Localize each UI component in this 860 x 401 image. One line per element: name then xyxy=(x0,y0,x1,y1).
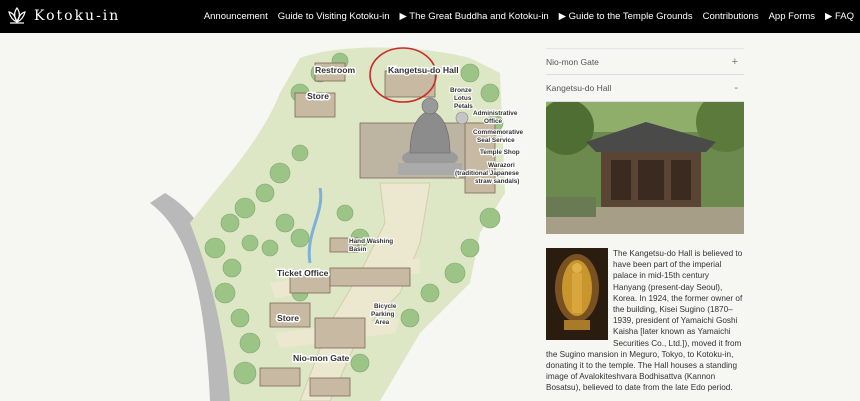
label-bicycle-2: Parking xyxy=(371,311,395,318)
label-nio-mon-gate: Nio-mon Gate xyxy=(293,353,350,363)
label-warazori-3: straw sandals) xyxy=(475,178,519,185)
kannon-statue-image xyxy=(546,248,608,340)
top-navigation-bar: Kotoku-in Announcement Guide to Visiting… xyxy=(0,0,860,33)
label-hand-washing-2: Basin xyxy=(349,246,366,253)
nav-great-buddha[interactable]: ▶ The Great Buddha and Kotoku-in xyxy=(400,11,549,22)
accordion-nio-mon-gate[interactable]: Nio-mon Gate + xyxy=(546,48,744,75)
nav-contributions[interactable]: Contributions xyxy=(703,11,759,22)
label-admin-2: Office xyxy=(484,118,503,125)
label-temple-shop: Temple Shop xyxy=(480,149,520,156)
label-admin-1: Administrative xyxy=(473,110,518,117)
nav-temple-grounds[interactable]: ▶ Guide to the Temple Grounds xyxy=(559,11,693,22)
nav-announcement[interactable]: Announcement xyxy=(204,11,268,22)
info-panel: Nio-mon Gate + Kangetsu-do Hall - The Ka… xyxy=(546,48,744,394)
hall-description: The Kangetsu-do Hall is believed to have… xyxy=(546,248,744,394)
accordion-label: Kangetsu-do Hall xyxy=(546,83,612,93)
temple-grounds-map[interactable]: Restroom Kangetsu-do Hall Store Bronze L… xyxy=(0,33,535,401)
accordion-label: Nio-mon Gate xyxy=(546,56,599,67)
nav-app-forms[interactable]: App Forms xyxy=(769,11,815,22)
label-store-top: Store xyxy=(307,91,329,101)
label-bronze-1: Bronze xyxy=(450,87,472,94)
nav-guide-visiting[interactable]: Guide to Visiting Kotoku-in xyxy=(278,11,390,22)
expand-icon: + xyxy=(731,55,738,68)
kangetsu-do-hall-photo xyxy=(546,102,744,234)
accordion: Nio-mon Gate + Kangetsu-do Hall - xyxy=(546,48,744,102)
main-nav: Announcement Guide to Visiting Kotoku-in… xyxy=(204,0,854,33)
label-bronze-2: Lotus xyxy=(454,95,472,102)
lotus-petals-marker xyxy=(455,111,469,125)
map-illustration: Restroom Kangetsu-do Hall Store Bronze L… xyxy=(150,47,525,401)
label-bronze-3: Petals xyxy=(454,103,473,110)
nav-faq[interactable]: ▶ FAQ xyxy=(825,11,854,22)
label-warazori-2: (traditional Japanese xyxy=(455,170,519,177)
accordion-kangetsu-do-hall[interactable]: Kangetsu-do Hall - xyxy=(546,75,744,102)
label-bicycle-3: Area xyxy=(375,319,390,326)
brand-name: Kotoku-in xyxy=(34,8,121,24)
lotus-logo-icon xyxy=(8,6,26,24)
label-warazori-1: Warazori xyxy=(488,162,515,169)
label-ticket-office: Ticket Office xyxy=(277,268,329,278)
label-restroom: Restroom xyxy=(315,65,355,75)
site-brand[interactable]: Kotoku-in xyxy=(6,5,120,27)
collapse-icon: - xyxy=(734,82,738,94)
label-hand-washing-1: Hand Washing xyxy=(349,238,393,245)
label-store-bottom: Store xyxy=(277,313,299,323)
label-commem-2: Seal Service xyxy=(477,137,515,144)
label-commem-1: Commemorative xyxy=(473,129,524,136)
label-bicycle-1: Bicycle xyxy=(374,303,397,310)
label-kangetsu-do: Kangetsu-do Hall xyxy=(388,65,459,75)
